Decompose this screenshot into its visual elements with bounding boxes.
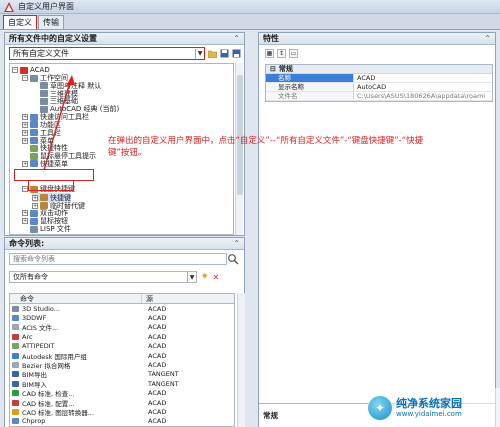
watermark-logo-icon: ✦ (368, 395, 392, 420)
annotation-arrow-icon (43, 75, 75, 171)
watermark: ✦ 纯净系统家园 www.yidaimei.com (368, 388, 500, 427)
tutorial-annotation: 在弹出的自定义用户界面中，点击“自定义”--“所有自定义文件”-“键盘快捷键”-… (108, 136, 424, 158)
watermark-line2: www.yidaimei.com (396, 410, 462, 418)
watermark-line1: 纯净系统家园 (396, 397, 462, 410)
watermark-text: 纯净系统家园 www.yidaimei.com (396, 397, 462, 418)
